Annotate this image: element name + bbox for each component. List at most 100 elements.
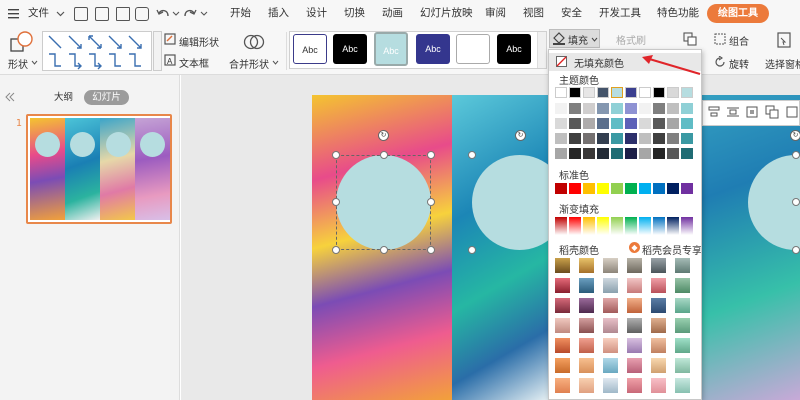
style-option[interactable]: Abc xyxy=(416,34,450,64)
shell-color-swatch[interactable] xyxy=(675,258,690,273)
color-swatch[interactable] xyxy=(583,118,595,129)
tab-special[interactable]: 特色功能 xyxy=(657,0,699,27)
format-brush-label[interactable]: 格式刷 xyxy=(616,32,646,47)
shell-color-swatch[interactable] xyxy=(555,338,570,353)
chevron-down-icon[interactable] xyxy=(172,9,180,17)
shell-color-swatch[interactable] xyxy=(555,298,570,313)
color-swatch[interactable] xyxy=(653,118,665,129)
tab-slideshow[interactable]: 幻灯片放映 xyxy=(420,0,473,27)
color-swatch[interactable] xyxy=(639,103,651,114)
color-swatch[interactable] xyxy=(667,148,679,159)
shell-color-swatch[interactable] xyxy=(555,378,570,393)
color-swatch[interactable] xyxy=(625,133,637,144)
tab-home[interactable]: 开始 xyxy=(230,0,251,27)
color-swatch[interactable] xyxy=(597,133,609,144)
export-icon[interactable] xyxy=(95,7,109,21)
color-swatch[interactable] xyxy=(583,87,595,98)
text-box-label[interactable]: 文本框 xyxy=(179,55,209,70)
shell-color-swatch[interactable] xyxy=(603,378,618,393)
shell-color-swatch[interactable] xyxy=(579,378,594,393)
color-swatch[interactable] xyxy=(583,148,595,159)
resize-handle[interactable] xyxy=(792,246,800,254)
print-preview-icon[interactable] xyxy=(135,7,149,21)
edit-shape-icon[interactable] xyxy=(164,33,176,45)
tab-review[interactable]: 审阅 xyxy=(485,0,506,27)
shell-color-swatch[interactable] xyxy=(627,278,642,293)
redo-icon[interactable] xyxy=(183,7,197,21)
style-option[interactable] xyxy=(456,34,490,64)
shape-gallery[interactable] xyxy=(42,31,152,71)
shell-color-swatch[interactable] xyxy=(651,378,666,393)
resize-handle[interactable] xyxy=(332,246,340,254)
selection-pane-icon[interactable] xyxy=(775,31,793,51)
shell-color-swatch[interactable] xyxy=(579,318,594,333)
color-swatch[interactable] xyxy=(653,87,665,98)
color-swatch[interactable] xyxy=(653,148,665,159)
color-swatch[interactable] xyxy=(625,148,637,159)
color-swatch[interactable] xyxy=(667,183,679,194)
shell-color-swatch[interactable] xyxy=(651,318,666,333)
color-swatch[interactable] xyxy=(681,148,693,159)
tab-view[interactable]: 视图 xyxy=(523,0,544,27)
chevron-down-icon[interactable] xyxy=(31,58,38,65)
shape-button-label[interactable]: 形状 xyxy=(8,56,28,71)
shell-color-swatch[interactable] xyxy=(555,358,570,373)
color-swatch[interactable] xyxy=(569,133,581,144)
undo-icon[interactable] xyxy=(156,7,170,21)
color-swatch[interactable] xyxy=(681,118,693,129)
gradient-swatch[interactable] xyxy=(653,217,665,235)
gallery-scroll[interactable] xyxy=(153,31,162,71)
shell-color-swatch[interactable] xyxy=(627,358,642,373)
gradient-swatch[interactable] xyxy=(625,217,637,235)
arrange-icon[interactable] xyxy=(683,32,697,46)
distribute-icon[interactable] xyxy=(726,105,740,119)
gradient-swatch[interactable] xyxy=(597,217,609,235)
chevron-down-icon[interactable] xyxy=(200,9,208,17)
shell-color-swatch[interactable] xyxy=(579,358,594,373)
style-option[interactable]: Abc xyxy=(333,34,367,64)
selection-pane-label[interactable]: 选择窗格 xyxy=(765,56,800,71)
color-swatch[interactable] xyxy=(625,103,637,114)
color-swatch[interactable] xyxy=(625,183,637,194)
tab-security[interactable]: 安全 xyxy=(561,0,582,27)
color-swatch[interactable] xyxy=(555,133,567,144)
color-swatch[interactable] xyxy=(569,87,581,98)
menu-file[interactable]: 文件 xyxy=(28,0,49,27)
color-swatch[interactable] xyxy=(639,133,651,144)
rotate-handle-icon[interactable]: ↻ xyxy=(378,130,389,141)
chevron-down-icon[interactable] xyxy=(591,35,598,42)
color-swatch[interactable] xyxy=(639,183,651,194)
gradient-swatch[interactable] xyxy=(681,217,693,235)
gradient-swatch[interactable] xyxy=(611,217,623,235)
shell-color-swatch[interactable] xyxy=(603,318,618,333)
shell-color-swatch[interactable] xyxy=(555,318,570,333)
shell-color-swatch[interactable] xyxy=(675,278,690,293)
tab-animation[interactable]: 动画 xyxy=(382,0,403,27)
color-swatch[interactable] xyxy=(555,103,567,114)
color-swatch[interactable] xyxy=(667,133,679,144)
shell-color-swatch[interactable] xyxy=(651,258,666,273)
color-swatch[interactable] xyxy=(653,103,665,114)
color-swatch[interactable] xyxy=(653,183,665,194)
shell-color-swatch[interactable] xyxy=(651,298,666,313)
paint-bucket-icon[interactable] xyxy=(552,31,566,45)
slide-thumbnail[interactable] xyxy=(26,114,172,224)
gradient-swatch[interactable] xyxy=(555,217,567,235)
shell-color-swatch[interactable] xyxy=(627,378,642,393)
color-swatch[interactable] xyxy=(611,133,623,144)
color-swatch[interactable] xyxy=(611,183,623,194)
color-swatch[interactable] xyxy=(583,183,595,194)
merge-shape-label[interactable]: 合并形状 xyxy=(229,56,269,71)
style-option[interactable]: Abc xyxy=(293,34,327,64)
color-swatch[interactable] xyxy=(583,103,595,114)
merge-shape-icon[interactable] xyxy=(243,31,265,53)
tab-insert[interactable]: 插入 xyxy=(268,0,289,27)
resize-handle[interactable] xyxy=(332,151,340,159)
shell-color-swatch[interactable] xyxy=(627,318,642,333)
shell-color-swatch[interactable] xyxy=(627,338,642,353)
tab-developer[interactable]: 开发工具 xyxy=(599,0,641,27)
tab-outline[interactable]: 大纲 xyxy=(54,90,73,105)
shell-color-swatch[interactable] xyxy=(651,278,666,293)
color-swatch[interactable] xyxy=(569,183,581,194)
color-swatch[interactable] xyxy=(611,103,623,114)
